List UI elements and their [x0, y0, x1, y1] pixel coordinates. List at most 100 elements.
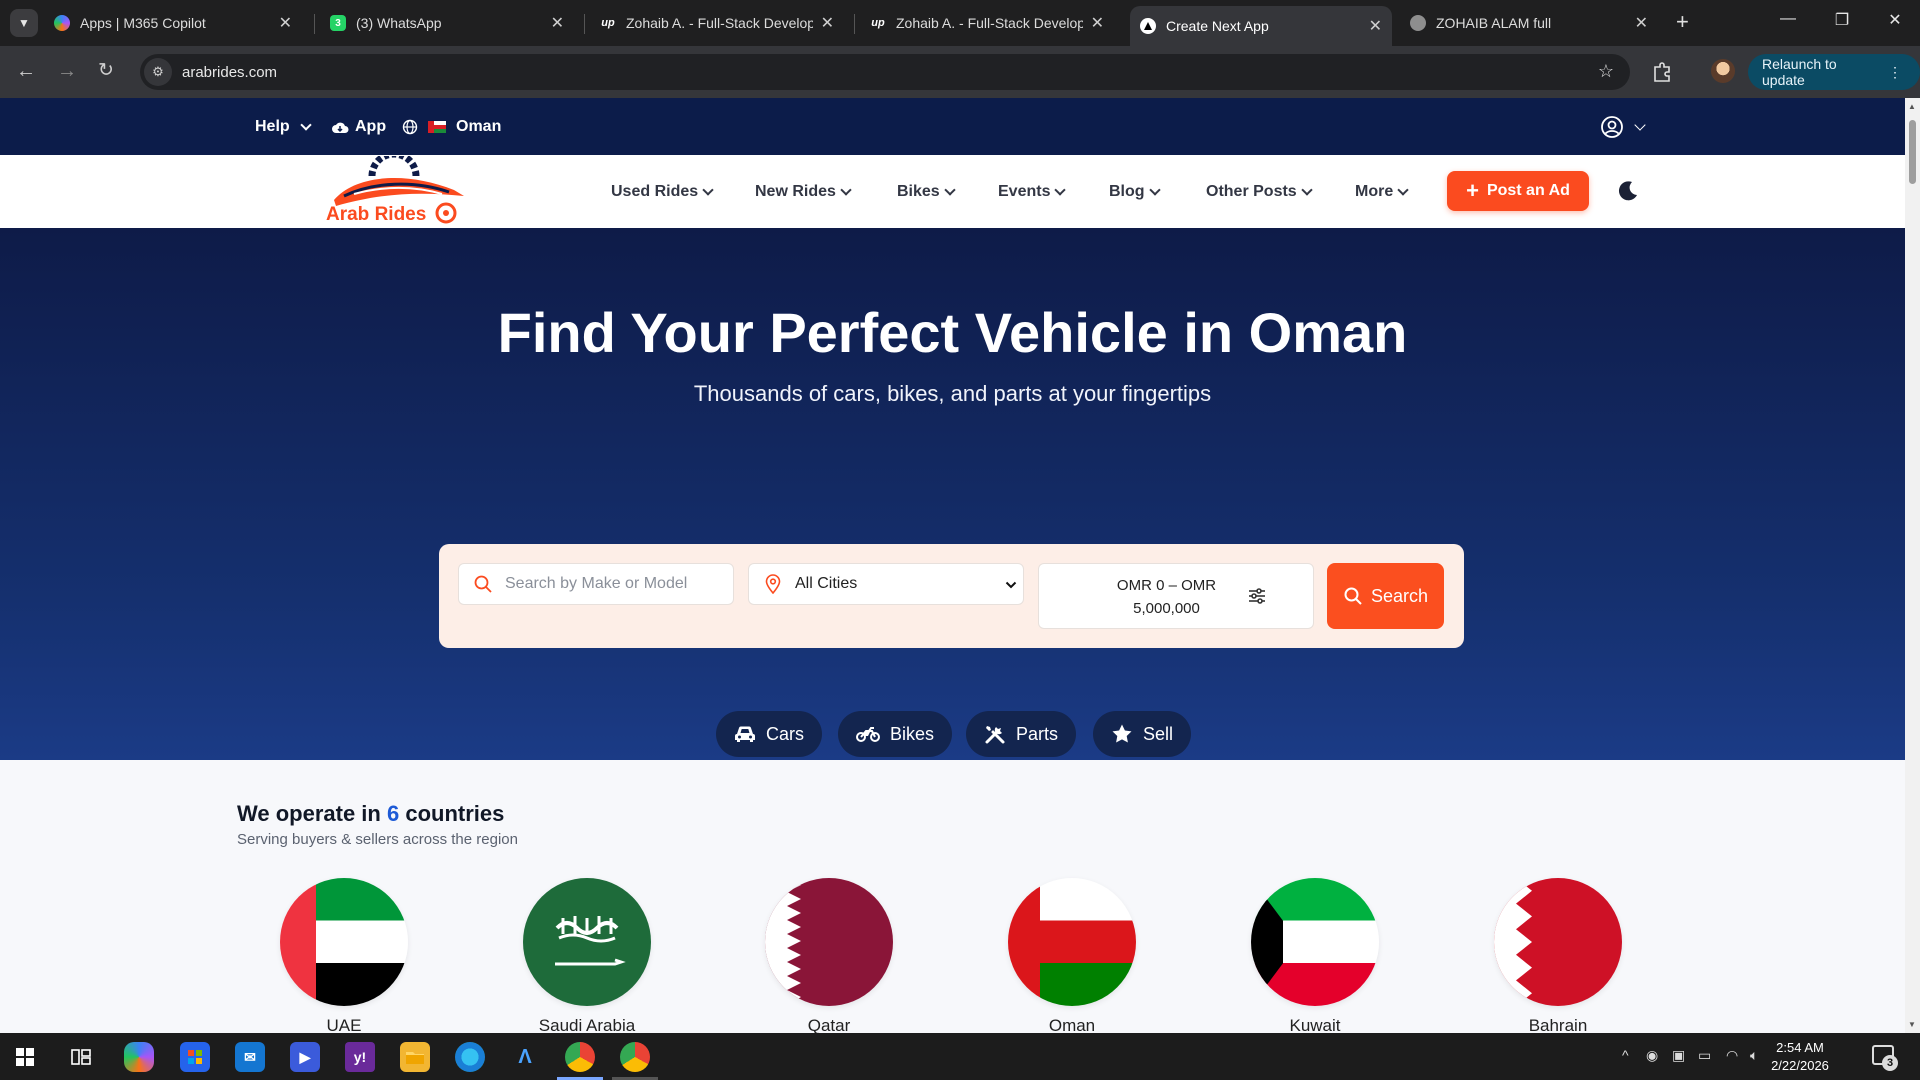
battery-icon[interactable]: ▭ — [1698, 1047, 1711, 1064]
azure-data-studio-icon[interactable]: Λ — [510, 1042, 540, 1072]
close-icon[interactable]: ✕ — [279, 13, 292, 33]
country-card-saudi-arabia[interactable]: Saudi Arabia — [507, 878, 667, 1033]
close-icon[interactable]: ✕ — [551, 13, 564, 33]
nav-blog[interactable]: Blog — [1109, 155, 1161, 228]
search-button[interactable]: Search — [1327, 563, 1444, 629]
close-icon[interactable]: ✕ — [1369, 16, 1382, 36]
extensions-icon[interactable] — [1651, 60, 1673, 82]
scroll-up-arrow[interactable]: ▲ — [1908, 102, 1916, 111]
address-toolbar: ← → ↻ ⚙ arabrides.com ☆ Relaunch to upda… — [0, 46, 1920, 98]
close-icon[interactable]: ✕ — [1635, 13, 1648, 33]
tab-title: ZOHAIB ALAM full — [1436, 15, 1552, 31]
sliders-icon[interactable] — [1247, 586, 1267, 606]
country-card-qatar[interactable]: Qatar — [749, 878, 909, 1033]
site-info-icon[interactable]: ⚙ — [144, 58, 172, 86]
whatsapp-icon: 3 — [330, 15, 346, 31]
city-select-value: All Cities — [795, 575, 858, 592]
tab-whatsapp[interactable]: 3 (3) WhatsApp ✕ — [320, 6, 574, 40]
country-card-kuwait[interactable]: Kuwait — [1235, 878, 1395, 1033]
nav-new-rides[interactable]: New Rides — [755, 155, 852, 228]
help-menu[interactable]: Help — [255, 98, 312, 155]
country-card-bahrain[interactable]: Bahrain — [1478, 878, 1638, 1033]
saudi-arabia-flag-icon — [523, 878, 651, 1006]
globe-icon — [402, 119, 418, 134]
post-an-ad-button[interactable]: + Post an Ad — [1447, 171, 1589, 211]
tray-overflow-chevron-icon[interactable]: ^ — [1622, 1047, 1629, 1063]
chrome-icon[interactable] — [565, 1042, 595, 1072]
arab-rides-logo[interactable]: Arab Rides — [314, 156, 472, 226]
app-link[interactable]: App — [331, 98, 386, 155]
logo-text: Arab Rides — [326, 204, 426, 225]
scroll-thumb[interactable] — [1909, 120, 1916, 184]
task-view-icon[interactable] — [66, 1042, 96, 1072]
search-field[interactable] — [458, 563, 734, 605]
edge-icon[interactable] — [455, 1042, 485, 1072]
bahrain-flag-icon — [1494, 878, 1622, 1006]
chevron-down-icon — [1148, 183, 1161, 196]
nav-other-posts[interactable]: Other Posts — [1206, 155, 1313, 228]
nav-label: Events — [998, 182, 1051, 200]
country-card-oman[interactable]: Oman — [992, 878, 1152, 1033]
reload-button[interactable]: ↻ — [98, 60, 114, 82]
relaunch-button[interactable]: Relaunch to update ⋮ — [1748, 54, 1920, 90]
nav-events[interactable]: Events — [998, 155, 1067, 228]
tab-title: (3) WhatsApp — [356, 15, 442, 31]
countries-section: We operate in 6 countries Serving buyers… — [0, 760, 1905, 1033]
app-label: App — [355, 117, 387, 135]
cloud-download-icon — [332, 122, 349, 133]
tab-title: Zohaib A. - Full-Stack Develope — [896, 15, 1083, 31]
page-scrollbar[interactable]: ▲ ▼ — [1905, 98, 1920, 1033]
hero-subtitle: Thousands of cars, bikes, and parts at y… — [693, 381, 1212, 406]
price-range-field[interactable]: OMR 0 – OMR 5,000,000 — [1038, 563, 1314, 629]
yahoo-icon[interactable]: y! — [345, 1042, 375, 1072]
nav-bikes[interactable]: Bikes — [897, 155, 956, 228]
search-input[interactable] — [505, 575, 705, 593]
address-bar[interactable]: ⚙ arabrides.com ☆ — [140, 54, 1630, 90]
more-menu-icon[interactable]: ⋮ — [1888, 64, 1902, 81]
close-icon[interactable]: ✕ — [1091, 13, 1104, 33]
minimize-button[interactable]: — — [1773, 10, 1803, 28]
quick-link-bikes[interactable]: Bikes — [838, 711, 953, 757]
country-card-uae[interactable]: UAE — [264, 878, 424, 1033]
outlook-icon[interactable]: ✉ — [235, 1042, 265, 1072]
nextjs-icon — [1140, 18, 1156, 34]
quick-link-cars[interactable]: Cars — [716, 711, 823, 757]
new-tab-button[interactable]: + — [1676, 11, 1689, 33]
bookmark-star-icon[interactable]: ☆ — [1598, 61, 1614, 82]
tab-title: Create Next App — [1166, 18, 1269, 34]
kuwait-flag-icon — [1251, 878, 1379, 1006]
forward-button[interactable]: → — [57, 60, 77, 82]
tab-upwork-2[interactable]: up Zohaib A. - Full-Stack Develope ✕ — [860, 6, 1114, 40]
window-close-button[interactable]: ✕ — [1880, 10, 1910, 30]
meet-now-icon[interactable]: ▣ — [1672, 1047, 1685, 1064]
windows-start-icon[interactable] — [16, 1048, 34, 1066]
file-explorer-icon[interactable] — [400, 1042, 430, 1072]
city-select[interactable]: All Cities — [748, 563, 1024, 605]
microsoft-store-icon[interactable] — [180, 1042, 210, 1072]
volume-icon[interactable]: 🔈︎ — [1750, 1047, 1758, 1064]
taskbar-clock[interactable]: 2:54 AM 2/22/2026 — [1760, 1039, 1840, 1075]
dark-mode-toggle-icon[interactable] — [1616, 179, 1640, 203]
quick-link-sell[interactable]: Sell — [1093, 711, 1192, 757]
plus-icon: + — [1466, 178, 1479, 203]
account-menu[interactable] — [1600, 98, 1646, 155]
wifi-icon[interactable]: ◠ — [1726, 1047, 1738, 1064]
tab-upwork-1[interactable]: up Zohaib A. - Full-Stack Develope ✕ — [590, 6, 844, 40]
tab-zohaib-alam[interactable]: ZOHAIB ALAM full ✕ — [1400, 6, 1658, 40]
clipchamp-icon[interactable]: ▶ — [290, 1042, 320, 1072]
tab-create-next-app[interactable]: Create Next App ✕ — [1130, 6, 1392, 46]
copilot-icon[interactable] — [124, 1042, 154, 1072]
scroll-down-arrow[interactable]: ▼ — [1908, 1020, 1916, 1029]
nav-used-rides[interactable]: Used Rides — [611, 155, 714, 228]
country-selector[interactable]: Oman — [402, 98, 501, 155]
tab-search-dropdown[interactable]: ▼ — [10, 9, 38, 37]
tab-m365-copilot[interactable]: Apps | M365 Copilot ✕ — [44, 6, 302, 40]
record-icon[interactable]: ◉ — [1646, 1047, 1658, 1064]
nav-more[interactable]: More — [1355, 155, 1409, 228]
chrome-profile-icon[interactable] — [620, 1042, 650, 1072]
restore-button[interactable]: ❐ — [1827, 10, 1857, 30]
close-icon[interactable]: ✕ — [821, 13, 834, 33]
quick-link-parts[interactable]: Parts — [966, 711, 1077, 757]
back-button[interactable]: ← — [16, 60, 36, 82]
profile-avatar[interactable] — [1711, 59, 1735, 83]
